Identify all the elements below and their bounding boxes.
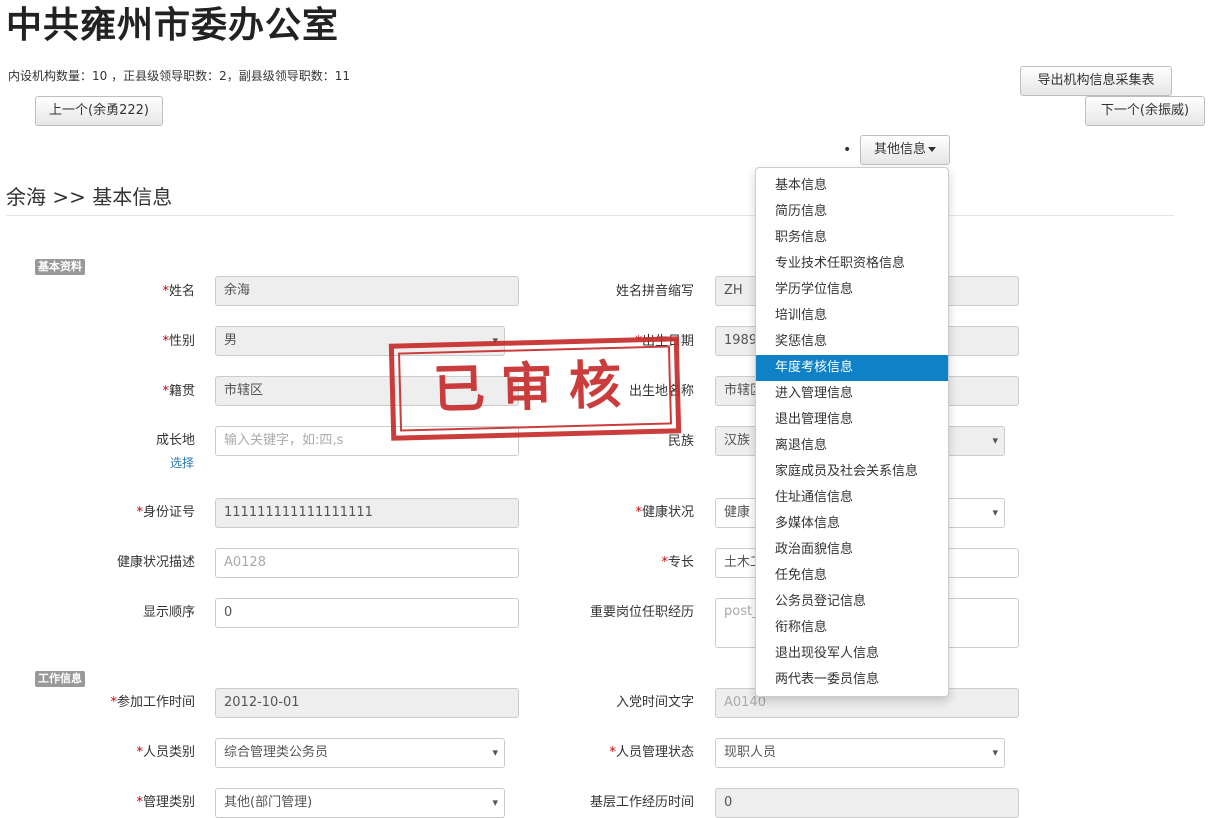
- post-exp-label: 重要岗位任职经历: [589, 605, 694, 620]
- menu-item[interactable]: 进入管理信息: [756, 381, 948, 407]
- person-type-label: *人员类别: [136, 745, 195, 760]
- breadcrumb: 余海 >> 基本信息: [6, 185, 173, 209]
- health-desc-input[interactable]: A0128: [215, 548, 519, 578]
- menu-item[interactable]: 年度考核信息: [756, 355, 948, 381]
- section-badge-basic: 基本资料: [35, 259, 85, 275]
- prev-record-button[interactable]: 上一个(余勇222): [35, 96, 163, 126]
- menu-item[interactable]: 住址通信信息: [756, 485, 948, 511]
- menu-item[interactable]: 简历信息: [756, 199, 948, 225]
- menu-item[interactable]: 多媒体信息: [756, 511, 948, 537]
- menu-item[interactable]: 职务信息: [756, 225, 948, 251]
- work-start-field[interactable]: 2012-10-01: [215, 688, 519, 718]
- native-label: *籍贯: [162, 384, 195, 399]
- menu-item[interactable]: 基本信息: [756, 173, 948, 199]
- next-record-button[interactable]: 下一个(余振威): [1085, 96, 1205, 126]
- menu-item[interactable]: 政治面貌信息: [756, 537, 948, 563]
- menu-item[interactable]: 专业技术任职资格信息: [756, 251, 948, 277]
- order-input[interactable]: 0: [215, 598, 519, 628]
- other-info-menu: 基本信息 简历信息 职务信息 专业技术任职资格信息 学历学位信息 培训信息 奖惩信息 年度考核…: [755, 167, 949, 697]
- other-info-dropdown-button[interactable]: 其他信息: [860, 135, 950, 165]
- menu-item[interactable]: 奖惩信息: [756, 329, 948, 355]
- person-status-select[interactable]: 现职人员: [715, 738, 1005, 768]
- divider: [6, 215, 1174, 216]
- grassroots-field[interactable]: 0: [715, 788, 1019, 818]
- work-start-label: *参加工作时间: [110, 695, 195, 710]
- growth-label: 成长地: [155, 433, 195, 448]
- grassroots-label: 基层工作经历时间: [589, 795, 694, 810]
- name-label: *姓名: [162, 284, 195, 299]
- section-badge-work: 工作信息: [35, 671, 85, 687]
- menu-item[interactable]: 衔称信息: [756, 615, 948, 641]
- export-org-info-button[interactable]: 导出机构信息采集表: [1020, 66, 1172, 96]
- order-label: 显示顺序: [142, 605, 195, 620]
- name-field[interactable]: 余海: [215, 276, 519, 306]
- health-desc-label: 健康状况描述: [116, 555, 195, 570]
- health-label: *健康状况: [635, 505, 694, 520]
- menu-item[interactable]: 离退信息: [756, 433, 948, 459]
- menu-item[interactable]: 家庭成员及社会关系信息: [756, 459, 948, 485]
- approved-stamp: 已审核: [388, 336, 682, 441]
- page-title: 中共雍州市委办公室: [6, 5, 340, 46]
- list-bullet: •: [843, 142, 852, 158]
- pinyin-label: 姓名拼音缩写: [615, 284, 694, 299]
- org-stats: 内设机构数量：10 ，正县级领导职数：2，副县级领导职数：11: [8, 69, 350, 83]
- manage-type-label: *管理类别: [136, 795, 195, 810]
- menu-item[interactable]: 两代表一委员信息: [756, 667, 948, 693]
- other-info-label: 其他信息: [873, 142, 926, 157]
- menu-item[interactable]: 退出现役军人信息: [756, 641, 948, 667]
- specialty-label: *专长: [661, 555, 694, 570]
- person-type-select[interactable]: 综合管理类公务员: [215, 738, 505, 768]
- person-status-label: *人员管理状态: [609, 745, 694, 760]
- menu-item[interactable]: 培训信息: [756, 303, 948, 329]
- ethnic-label: 民族: [667, 434, 694, 449]
- idcard-field[interactable]: 111111111111111111: [215, 498, 519, 528]
- menu-item[interactable]: 学历学位信息: [756, 277, 948, 303]
- approved-stamp-text: 已审核: [398, 345, 672, 432]
- idcard-label: *身份证号: [136, 505, 195, 520]
- manage-type-select[interactable]: 其他(部门管理): [215, 788, 505, 818]
- gender-label: *性别: [162, 334, 195, 349]
- menu-item[interactable]: 退出管理信息: [756, 407, 948, 433]
- growth-select-link[interactable]: 选择: [170, 454, 194, 471]
- caret-down-icon: [928, 147, 936, 152]
- menu-item[interactable]: 任免信息: [756, 563, 948, 589]
- party-text-label: 入党时间文字: [615, 695, 694, 710]
- menu-item[interactable]: 公务员登记信息: [756, 589, 948, 615]
